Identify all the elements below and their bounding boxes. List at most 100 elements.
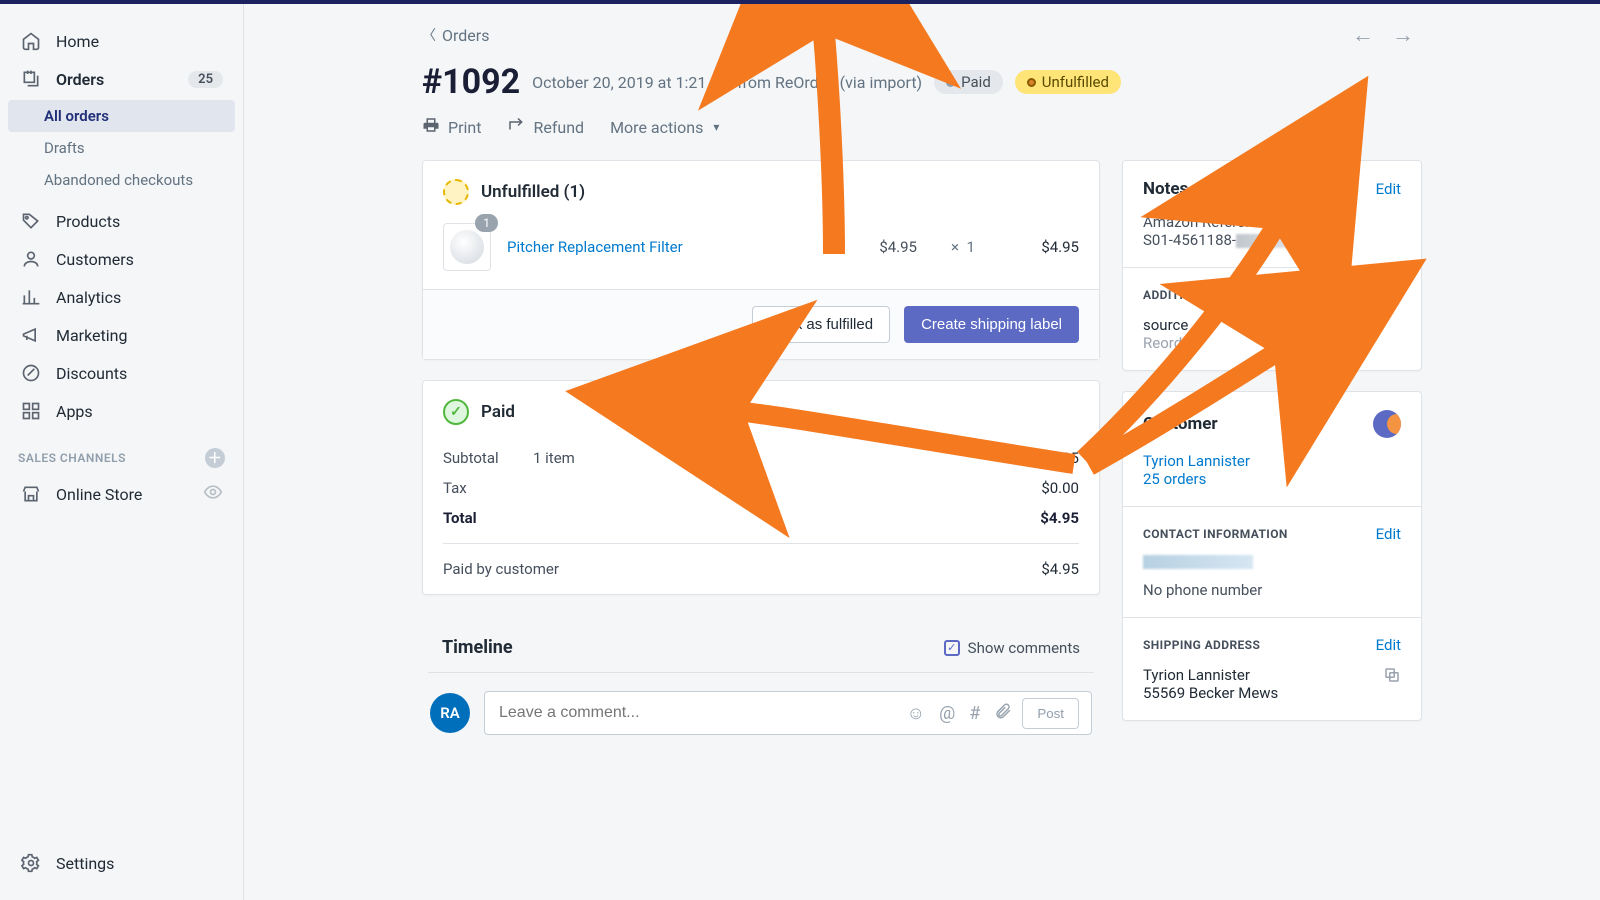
next-order-button[interactable]: → [1392, 22, 1414, 48]
nav-apps-label: Apps [56, 402, 93, 421]
notes-edit-button[interactable]: Edit [1376, 180, 1401, 198]
view-store-icon[interactable] [203, 482, 223, 506]
nav-orders[interactable]: Orders 25 [4, 60, 239, 98]
notes-title: Notes [1143, 179, 1188, 199]
post-button[interactable]: Post [1022, 698, 1079, 729]
mark-fulfilled-button[interactable]: Mark as fulfilled [752, 306, 890, 343]
customer-orders-link[interactable]: 25 orders [1143, 470, 1206, 488]
shipping-edit-button[interactable]: Edit [1376, 636, 1401, 654]
paid-status-icon: ✓ [443, 399, 469, 425]
payment-title: Paid [481, 402, 515, 422]
customer-name-link[interactable]: Tyrion Lannister [1143, 452, 1250, 470]
line-item-qty: × 1 [933, 238, 993, 256]
orders-icon [20, 68, 42, 90]
refund-icon [507, 116, 525, 138]
subtotal-items: 1 item [533, 449, 575, 467]
paid-by-label: Paid by customer [443, 560, 559, 578]
nav-settings[interactable]: Settings [4, 844, 239, 882]
megaphone-icon [20, 324, 42, 346]
nav-discounts[interactable]: Discounts [4, 354, 239, 392]
ring-icon [1027, 78, 1036, 87]
nav-discounts-label: Discounts [56, 364, 127, 383]
dot-icon [946, 78, 955, 87]
attachment-icon[interactable] [994, 702, 1012, 725]
breadcrumb-label: Orders [442, 26, 489, 45]
nav-online-store-label: Online Store [56, 485, 142, 504]
show-comments-toggle[interactable]: ✓ Show comments [944, 639, 1080, 657]
add-channel-button[interactable]: ＋ [205, 448, 225, 468]
nav-customers[interactable]: Customers [4, 240, 239, 278]
tax-value: $0.00 [1041, 479, 1079, 497]
checkbox-icon: ✓ [944, 640, 960, 656]
shipping-line1: 55569 Becker Mews [1143, 684, 1278, 702]
breadcrumb[interactable]: 〈 Orders [422, 25, 489, 45]
customer-icon [20, 248, 42, 270]
print-icon [422, 116, 440, 138]
fulfillment-title: Unfulfilled (1) [481, 182, 585, 202]
nav-analytics[interactable]: Analytics [4, 278, 239, 316]
mention-icon[interactable]: @ [939, 703, 955, 724]
refund-button[interactable]: Refund [507, 116, 584, 138]
user-avatar: RA [430, 693, 470, 733]
timeline-section: Timeline ✓ Show comments RA [422, 615, 1100, 735]
line-item: 1 Pitcher Replacement Filter $4.95 × 1 $… [423, 223, 1099, 289]
shipping-name: Tyrion Lannister [1143, 666, 1278, 684]
detail-value: Reordify [1143, 334, 1401, 352]
payment-card: ✓ Paid Subtotal 1 item $4.95 Tax $0 [422, 380, 1100, 595]
apps-icon [20, 400, 42, 422]
subnav-abandoned[interactable]: Abandoned checkouts [8, 164, 235, 196]
copy-address-icon[interactable] [1383, 666, 1401, 688]
discount-icon [20, 362, 42, 384]
hashtag-icon[interactable]: # [969, 703, 980, 724]
contact-edit-button[interactable]: Edit [1376, 525, 1401, 543]
sidebar: Home Orders 25 All orders Drafts Abandon… [0, 4, 244, 900]
line-item-name[interactable]: Pitcher Replacement Filter [507, 238, 683, 256]
timeline-title: Timeline [442, 637, 513, 658]
notes-line1: Amazon Reference ID: [1143, 213, 1401, 231]
nav-apps[interactable]: Apps [4, 392, 239, 430]
create-shipping-label-button[interactable]: Create shipping label [904, 306, 1079, 343]
detail-key: source [1143, 316, 1401, 334]
page-title: #1092 [422, 62, 520, 102]
subnav-drafts[interactable]: Drafts [8, 132, 235, 164]
shipping-address-title: SHIPPING ADDRESS [1143, 638, 1260, 652]
nav-home[interactable]: Home [4, 22, 239, 60]
analytics-icon [20, 286, 42, 308]
fulfillment-card: Unfulfilled (1) 1 Pitcher Replacement Fi… [422, 160, 1100, 360]
subnav-all-orders[interactable]: All orders [8, 100, 235, 132]
nav-marketing-label: Marketing [56, 326, 127, 345]
product-thumbnail: 1 [443, 223, 491, 271]
customer-email-redacted [1143, 555, 1253, 569]
subtotal-value: $4.95 [1041, 449, 1079, 467]
additional-details-title: ADDITIONAL DETAILS [1143, 288, 1269, 302]
paid-by-value: $4.95 [1041, 560, 1079, 578]
line-item-total: $4.95 [1009, 238, 1079, 256]
contact-info-title: CONTACT INFORMATION [1143, 527, 1288, 541]
prev-order-button[interactable]: ← [1352, 22, 1374, 48]
tax-label: Tax [443, 479, 533, 497]
more-actions-button[interactable]: More actions ▾ [610, 118, 719, 137]
home-icon [20, 30, 42, 52]
notes-card: Notes Edit Amazon Reference ID: S01-4561… [1122, 160, 1422, 371]
nav-home-label: Home [56, 32, 99, 51]
line-item-qty-badge: 1 [475, 214, 498, 232]
sales-channels-label: SALES CHANNELS [18, 451, 126, 465]
customer-avatar-icon [1373, 410, 1401, 438]
line-item-price: $4.95 [879, 238, 917, 256]
comment-box: ☺ @ # Post [484, 691, 1092, 735]
comment-input[interactable] [497, 703, 907, 723]
caret-down-icon: ▾ [713, 120, 719, 134]
nav-orders-label: Orders [56, 70, 104, 89]
emoji-icon[interactable]: ☺ [907, 703, 925, 724]
nav-analytics-label: Analytics [56, 288, 121, 307]
print-button[interactable]: Print [422, 116, 481, 138]
nav-marketing[interactable]: Marketing [4, 316, 239, 354]
details-edit-button[interactable]: Edit [1376, 286, 1401, 304]
subtotal-label: Subtotal [443, 449, 533, 467]
store-icon [20, 483, 42, 505]
nav-online-store[interactable]: Online Store [4, 474, 239, 514]
sales-channels-header: SALES CHANNELS ＋ [0, 430, 243, 474]
status-badge-paid: Paid [934, 70, 1003, 94]
tag-icon [20, 210, 42, 232]
nav-products[interactable]: Products [4, 202, 239, 240]
